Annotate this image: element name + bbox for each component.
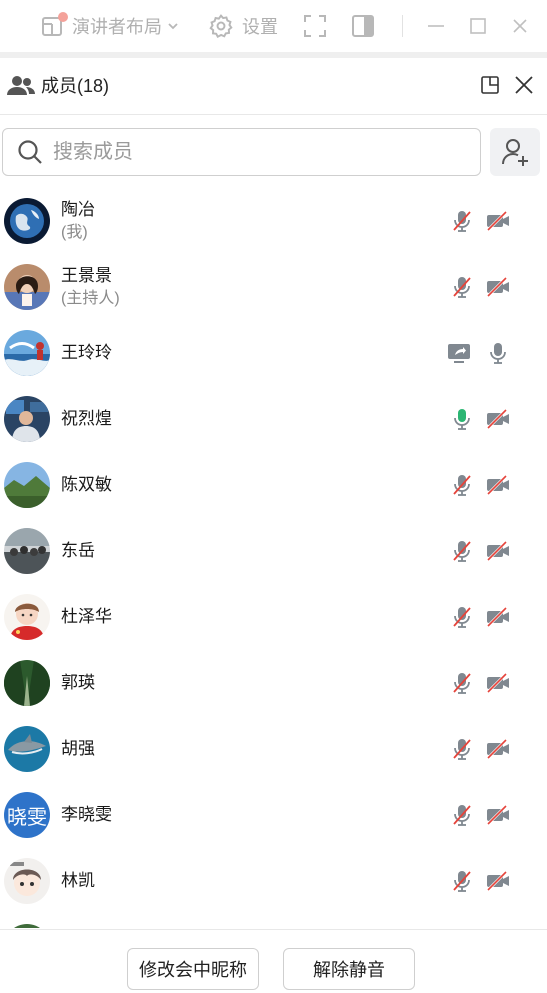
camera-off-icon[interactable] — [485, 868, 511, 894]
microphone-muted-icon[interactable] — [449, 868, 475, 894]
member-row[interactable]: 王玲玲 — [0, 320, 547, 386]
camera-off-icon[interactable] — [485, 472, 511, 498]
layout-icon — [40, 12, 68, 38]
avatar — [4, 528, 50, 574]
members-panel-header: 成员(18) — [0, 58, 547, 115]
settings-button[interactable]: 设置 — [208, 10, 278, 42]
popout-icon[interactable] — [478, 73, 502, 97]
member-row[interactable]: 陶冶 (我) — [0, 188, 547, 254]
top-toolbar: 演讲者布局 设置 — [0, 0, 547, 52]
member-row[interactable]: 王景景 (主持人) — [0, 254, 547, 320]
avatar — [4, 264, 50, 310]
member-name: 杜泽华 — [61, 607, 112, 626]
members-icon — [7, 76, 35, 95]
search-input[interactable] — [53, 140, 433, 164]
avatar — [4, 594, 50, 640]
camera-off-icon[interactable] — [485, 274, 511, 300]
camera-off-icon[interactable] — [485, 802, 511, 828]
microphone-muted-icon[interactable] — [449, 538, 475, 564]
member-name: 祝烈煌 — [61, 409, 112, 428]
avatar — [4, 198, 50, 244]
invite-member-button[interactable] — [490, 128, 540, 176]
search-icon — [18, 140, 42, 164]
search-box[interactable] — [2, 128, 481, 176]
member-name: 王景景 — [61, 266, 112, 285]
avatar — [4, 330, 50, 376]
camera-off-icon[interactable] — [485, 538, 511, 564]
microphone-muted-icon[interactable] — [449, 670, 475, 696]
microphone-muted-icon[interactable] — [449, 208, 475, 234]
member-row[interactable]: 祝烈煌 — [0, 386, 547, 452]
bottom-action-bar: 修改会中昵称 解除静音 — [0, 929, 547, 993]
notification-dot — [58, 12, 68, 22]
member-name: 陈双敏 — [61, 475, 112, 494]
avatar: 晓雯 — [4, 792, 50, 838]
microphone-muted-icon[interactable] — [449, 802, 475, 828]
maximize-icon[interactable] — [468, 14, 488, 38]
avatar — [4, 924, 50, 928]
chevron-down-icon — [168, 23, 178, 30]
camera-off-icon[interactable] — [485, 406, 511, 432]
member-name: 东岳 — [61, 541, 95, 560]
settings-label: 设置 — [242, 17, 278, 37]
fullscreen-icon[interactable] — [302, 13, 328, 39]
layout-label: 演讲者布局 — [72, 17, 162, 37]
member-row[interactable]: 东岳 — [0, 518, 547, 584]
avatar — [4, 660, 50, 706]
member-name: 林凯 — [61, 871, 95, 890]
microphone-muted-icon[interactable] — [449, 604, 475, 630]
member-name: 李晓雯 — [61, 805, 112, 824]
member-list[interactable]: 陶冶 (我) 王景景 (主持人) 王玲玲祝烈煌陈双敏东岳杜泽华郭瑛胡强晓雯 李晓雯林凯 — [0, 188, 547, 928]
avatar — [4, 396, 50, 442]
gear-icon — [209, 14, 233, 39]
camera-off-icon[interactable] — [485, 670, 511, 696]
panel-title: 成员(18) — [41, 76, 110, 96]
toolbar-divider — [402, 15, 403, 37]
avatar — [4, 858, 50, 904]
member-role: (我) — [61, 224, 88, 241]
microphone-muted-icon[interactable] — [449, 472, 475, 498]
member-name: 郭瑛 — [61, 673, 95, 692]
member-name: 胡强 — [61, 739, 95, 758]
window-close-icon[interactable] — [510, 14, 530, 38]
close-icon[interactable] — [512, 73, 536, 97]
member-row[interactable]: 胡强 — [0, 716, 547, 782]
avatar — [4, 462, 50, 508]
member-row[interactable]: 晓雯 李晓雯 — [0, 782, 547, 848]
side-panel-icon[interactable] — [351, 14, 375, 38]
microphone-muted-icon[interactable] — [449, 274, 475, 300]
member-name: 王玲玲 — [61, 343, 112, 362]
member-role: (主持人) — [61, 290, 120, 307]
avatar — [4, 726, 50, 772]
member-row[interactable]: 郭瑛 — [0, 650, 547, 716]
member-row[interactable]: 陈双敏 — [0, 452, 547, 518]
unmute-button[interactable]: 解除静音 — [283, 948, 415, 990]
camera-off-icon[interactable] — [485, 604, 511, 630]
screen-share-icon[interactable] — [446, 340, 472, 366]
microphone-icon[interactable] — [485, 340, 511, 366]
microphone-speaking-icon[interactable] — [449, 406, 475, 432]
layout-switch-button[interactable]: 演讲者布局 — [40, 10, 180, 42]
add-user-icon — [502, 139, 528, 166]
minimize-icon[interactable] — [426, 14, 446, 38]
camera-off-icon[interactable] — [485, 736, 511, 762]
microphone-muted-icon[interactable] — [449, 736, 475, 762]
camera-off-icon[interactable] — [485, 208, 511, 234]
member-row[interactable]: 杜泽华 — [0, 584, 547, 650]
member-row[interactable]: 林凯 — [0, 848, 547, 914]
rename-button[interactable]: 修改会中昵称 — [127, 948, 259, 990]
member-name: 陶冶 — [61, 200, 95, 219]
